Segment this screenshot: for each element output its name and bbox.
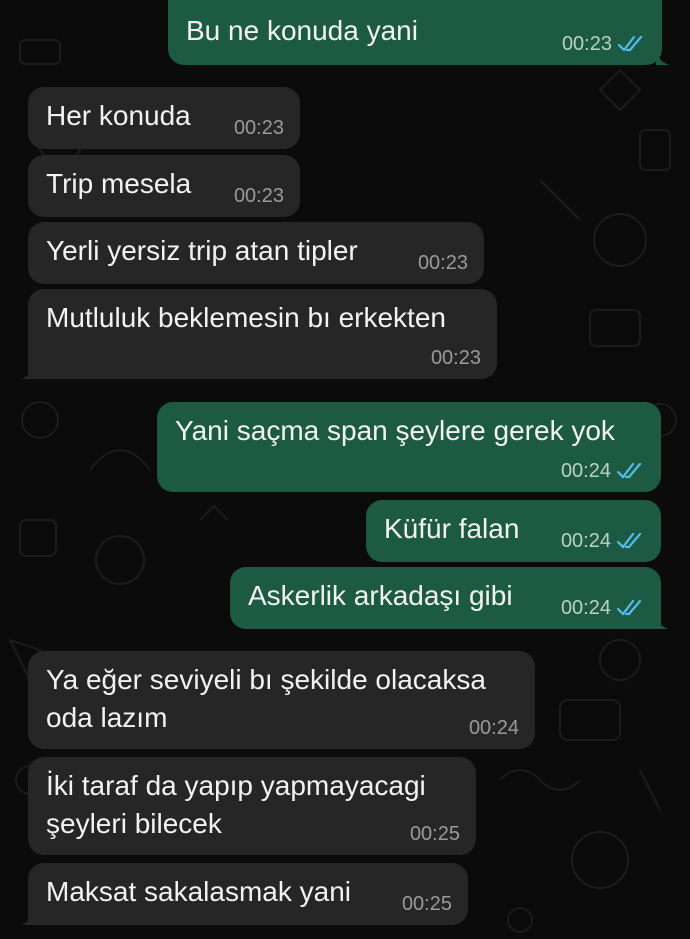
bubble-tail [656,51,670,65]
bubble-tail [20,365,34,379]
message-bubble-incoming[interactable]: Yerli yersiz trip atan tipler 00:23 [28,222,484,284]
message-text: Maksat sakalasmak yani [46,876,352,907]
message-bubble-outgoing[interactable]: Yani saçma span şeylere gerek yok 00:24 [157,402,661,492]
message-time: 00:25 [401,893,452,915]
message-bubble-incoming[interactable]: Her konuda 00:23 [28,87,300,149]
bubble-tail [20,911,34,925]
message-bubble-incoming[interactable]: Trip mesela 00:23 [28,155,300,217]
message-bubble-outgoing[interactable]: Küfür falan 00:24 [366,500,661,562]
double-check-icon [617,462,642,479]
message-text: İki taraf da yapıp yapmayacagi şeyleri b… [46,770,426,839]
message-text: Yerli yersiz trip atan tipler [46,235,358,266]
message-time: 00:24 [468,717,519,739]
message-meta: 00:23 [562,33,646,55]
bubble-tail [655,615,669,629]
message-time: 00:23 [430,347,481,369]
message-meta: 00:24 [561,597,645,619]
message-bubble-outgoing[interactable]: Askerlik arkadaşı gibi 00:24 [230,567,669,629]
message-time: 00:23 [561,33,612,55]
message-time: 00:24 [560,460,611,482]
double-check-icon [617,599,642,616]
message-bubble-incoming[interactable]: Maksat sakalasmak yani 00:25 [20,863,468,925]
message-time: 00:25 [409,823,460,845]
message-list[interactable]: Bu ne konuda yani 00:23 Her konuda 00:23… [0,0,690,939]
message-time: 00:24 [560,530,611,552]
message-time: 00:23 [233,185,284,207]
message-text: Yani saçma span şeylere gerek yok [175,415,615,446]
message-time: 00:23 [233,117,284,139]
message-bubble-outgoing[interactable]: Bu ne konuda yani 00:23 [168,0,670,65]
message-bubble-incoming[interactable]: İki taraf da yapıp yapmayacagi şeyleri b… [28,757,476,855]
message-time: 00:23 [417,252,468,274]
message-meta: 00:24 [561,460,645,482]
message-meta: 00:24 [561,530,645,552]
message-text: Mutluluk beklemesin bı erkekten [46,302,446,333]
message-time: 00:24 [560,597,611,619]
message-bubble-incoming[interactable]: Ya eğer seviyeli bı şekilde olacaksa oda… [28,651,535,749]
message-bubble-incoming[interactable]: Mutluluk beklemesin bı erkekten 00:23 [20,289,497,379]
message-text: Ya eğer seviyeli bı şekilde olacaksa oda… [46,664,486,733]
double-check-icon [618,35,643,52]
double-check-icon [617,532,642,549]
